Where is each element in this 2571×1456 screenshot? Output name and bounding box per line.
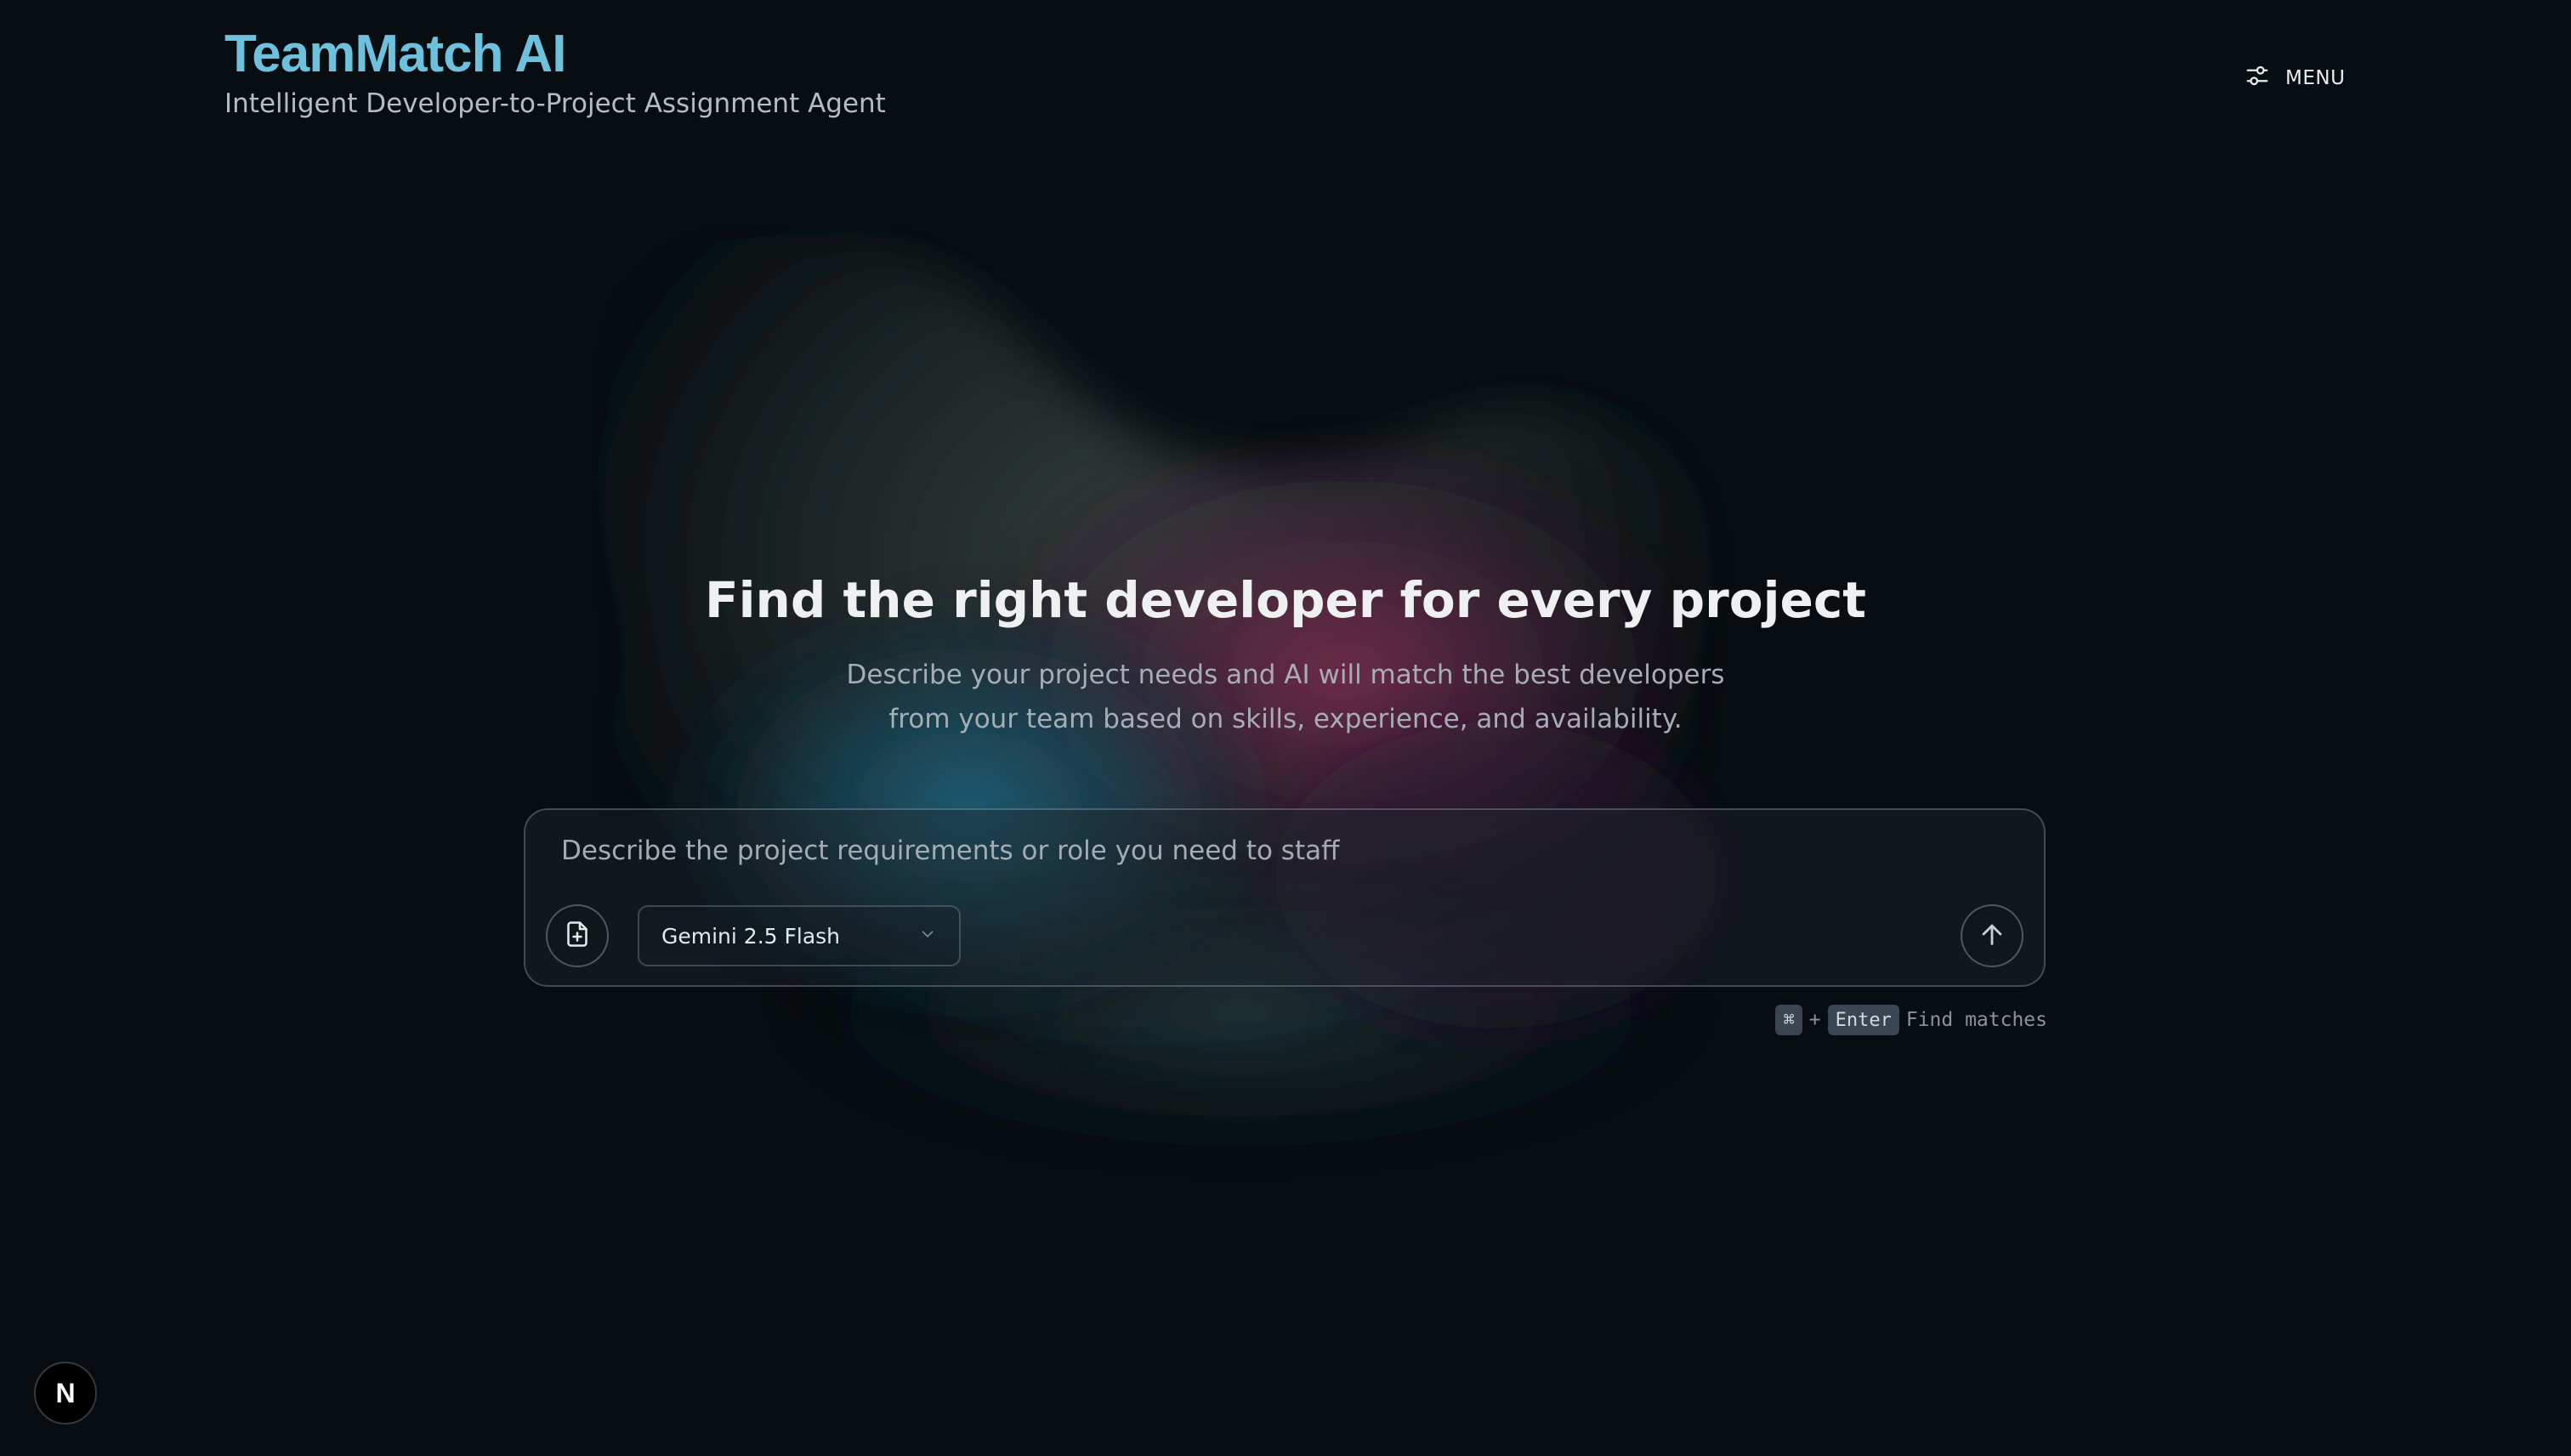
chevron-down-icon — [918, 924, 937, 949]
hero-description-line-2: from your team based on skills, experien… — [888, 704, 1683, 734]
model-select[interactable]: Gemini 2.5 Flash — [638, 905, 961, 966]
app-subtitle: Intelligent Developer-to-Project Assignm… — [224, 88, 886, 119]
hero-title: Find the right developer for every proje… — [705, 571, 1866, 629]
arrow-up-icon — [1978, 920, 2006, 952]
app-title: TeamMatch AI — [224, 25, 566, 83]
enter-key: Enter — [1827, 1005, 1899, 1035]
send-button[interactable] — [1961, 904, 2023, 967]
file-plus-icon — [562, 919, 593, 953]
dev-tools-badge[interactable]: N — [34, 1362, 97, 1425]
prompt-box: Gemini 2.5 Flash — [524, 808, 2046, 987]
model-selected-label: Gemini 2.5 Flash — [661, 923, 841, 949]
hero-description-line-1: Describe your project needs and AI will … — [846, 660, 1725, 690]
project-requirements-input[interactable] — [559, 829, 2008, 873]
shortcut-plus: + — [1808, 1009, 1821, 1031]
sliders-icon — [2245, 63, 2270, 93]
app-page: TeamMatch AI Intelligent Developer-to-Pr… — [0, 0, 2571, 1456]
shortcut-hint: ⌘ + Enter Find matches — [1775, 1004, 2047, 1036]
attach-file-button[interactable] — [546, 904, 609, 967]
command-key: ⌘ — [1775, 1005, 1802, 1035]
menu-button[interactable]: MENU — [2245, 61, 2345, 95]
hero-description: Describe your project needs and AI will … — [0, 653, 2571, 741]
menu-label: MENU — [2285, 67, 2346, 89]
shortcut-action: Find matches — [1905, 1009, 2047, 1031]
